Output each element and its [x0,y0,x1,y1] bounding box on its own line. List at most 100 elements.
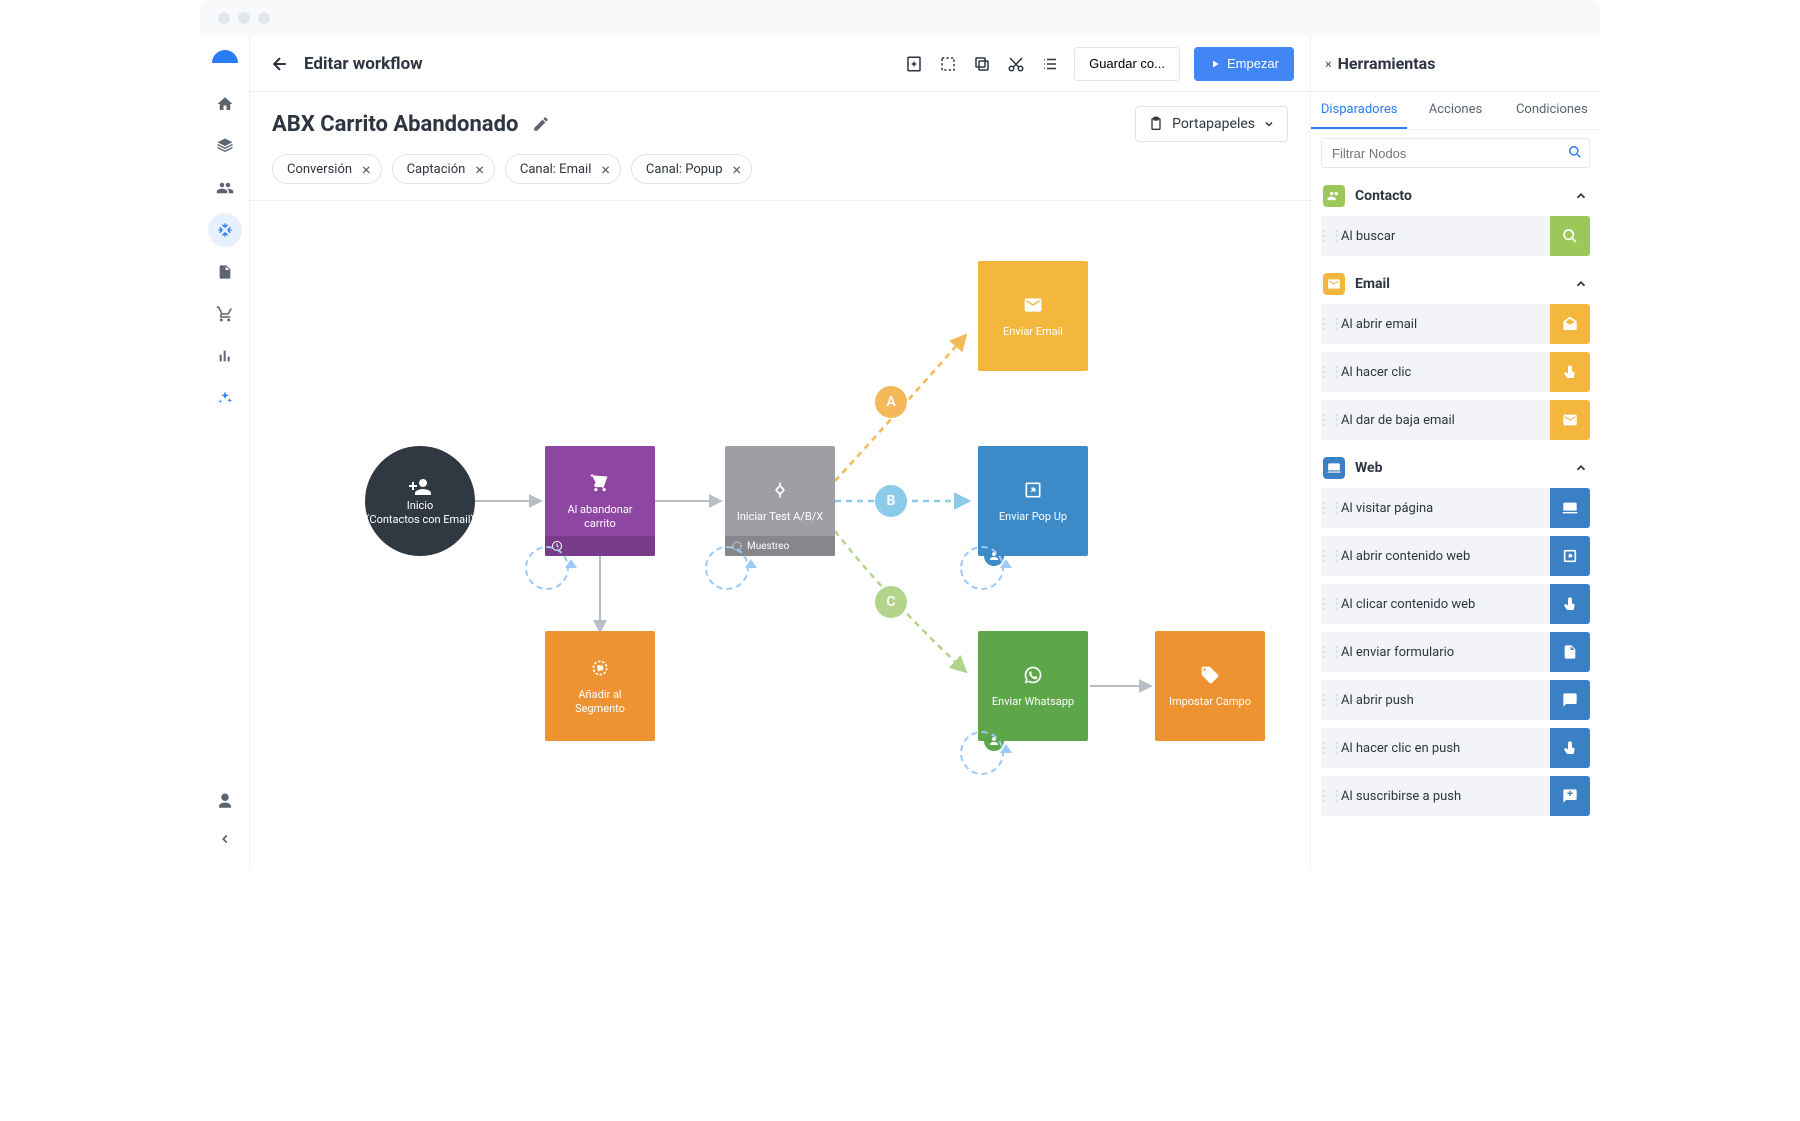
users-add-icon [408,475,432,499]
chip-remove-icon[interactable]: × [475,160,484,179]
trigger-on-search[interactable]: ⋮⋮Al buscar [1321,216,1590,256]
start-button[interactable]: Empezar [1194,47,1294,81]
nav-chart-icon[interactable] [208,339,242,373]
panel-title: Herramientas [1338,54,1436,73]
window-dot [258,12,270,24]
touch-icon [1550,352,1590,392]
workflow-canvas[interactable]: Inicio(Contactos con Email) Al abandonar… [250,201,1310,868]
cart-off-icon [588,471,612,495]
drag-handle-icon: ⋮⋮ [1325,549,1335,564]
chip-remove-icon[interactable]: × [362,160,371,179]
email-icon [1021,293,1045,317]
nav-home-icon[interactable] [208,87,242,121]
search-icon [1568,145,1582,159]
subheader: ABX Carrito Abandonado Portapapeles Conv… [250,92,1310,201]
touch-icon [1550,584,1590,624]
edit-icon[interactable] [532,115,550,133]
nav-cart-icon[interactable] [208,297,242,331]
nav-sparkle-icon[interactable] [208,381,242,415]
chip-remove-icon[interactable]: × [601,160,610,179]
app-logo [212,50,238,63]
trigger-open-email[interactable]: ⋮⋮Al abrir email [1321,304,1590,344]
nav-account-icon[interactable] [208,784,242,818]
insert-arrow-icon [1000,559,1012,568]
trigger-subscribe-push[interactable]: ⋮⋮Al suscribirse a push [1321,776,1590,816]
save-as-button[interactable]: Guardar co... [1074,47,1180,81]
back-button[interactable] [266,50,294,78]
tools-panel: ›‹ Herramientas Disparadores Acciones Co… [1310,36,1600,868]
node-start[interactable]: Inicio(Contactos con Email) [365,446,475,556]
toolbar-copy-icon[interactable] [972,54,992,74]
nav-users-icon[interactable] [208,171,242,205]
trigger-unsubscribe-email[interactable]: ⋮⋮Al dar de baja email [1321,400,1590,440]
drag-handle-icon: ⋮⋮ [1325,413,1335,428]
open-external-icon [1550,536,1590,576]
node-send-email[interactable]: Enviar Email [978,261,1088,371]
filter-nodes-input[interactable] [1321,138,1590,168]
drag-handle-icon: ⋮⋮ [1325,789,1335,804]
trigger-open-push[interactable]: ⋮⋮Al abrir push [1321,680,1590,720]
window-titlebar [200,0,1600,36]
toolbar-cut-icon[interactable] [1006,54,1026,74]
node-set-field[interactable]: Impostar Campo [1155,631,1265,741]
node-add-segment[interactable]: Añadir al Segmento [545,631,655,741]
toolbar-order-icon[interactable] [1040,54,1060,74]
search-icon [1550,216,1590,256]
drag-handle-icon: ⋮⋮ [1325,645,1335,660]
chip-remove-icon[interactable]: × [733,160,742,179]
tab-triggers[interactable]: Disparadores [1311,92,1407,129]
chat-icon [1550,680,1590,720]
section-email[interactable]: Email [1311,264,1600,304]
drag-handle-icon: ⋮⋮ [1325,501,1335,516]
panel-collapse-icon[interactable]: ›‹ [1325,56,1330,72]
node-send-whatsapp[interactable]: Enviar Whatsapp [978,631,1088,741]
trigger-click-push[interactable]: ⋮⋮Al hacer clic en push [1321,728,1590,768]
section-contacto[interactable]: Contacto [1311,176,1600,216]
trigger-visit-page[interactable]: ⋮⋮Al visitar página [1321,488,1590,528]
clipboard-button[interactable]: Portapapeles [1135,106,1288,142]
insert-arrow-icon [1000,744,1012,753]
chevron-up-icon [1574,461,1588,475]
nav-workflow-icon[interactable] [208,213,242,247]
laptop-icon [1323,457,1345,479]
email-icon [1323,273,1345,295]
insert-point[interactable] [960,546,1004,590]
left-sidebar [200,36,250,868]
drag-handle-icon: ⋮⋮ [1325,741,1335,756]
tab-actions[interactable]: Acciones [1407,92,1503,129]
node-abandon-cart[interactable]: Al abandonar carrito [545,446,655,556]
popup-icon [1021,478,1045,502]
insert-point[interactable] [525,546,569,590]
topbar: Editar workflow Guardar co... Empezar [250,36,1310,92]
toolbar-select-all-icon[interactable] [938,54,958,74]
workflow-name: ABX Carrito Abandonado [272,112,518,137]
whatsapp-icon [1021,663,1045,687]
tag-chip: Captación× [392,154,495,184]
tab-conditions[interactable]: Condiciones [1504,92,1600,129]
drag-handle-icon: ⋮⋮ [1325,597,1335,612]
tag-chip: Canal: Popup× [631,154,752,184]
nav-page-icon[interactable] [208,255,242,289]
insert-arrow-icon [745,559,757,568]
window-dot [238,12,250,24]
section-web[interactable]: Web [1311,448,1600,488]
insert-point[interactable] [705,546,749,590]
nav-collapse-icon[interactable] [208,822,242,856]
trigger-submit-form[interactable]: ⋮⋮Al enviar formulario [1321,632,1590,672]
nav-layers-icon[interactable] [208,129,242,163]
branch-badge-a: A [875,386,907,418]
chevron-down-icon [1263,118,1275,130]
window-dot [218,12,230,24]
unsubscribe-icon [1550,400,1590,440]
split-icon [768,478,792,502]
insert-point[interactable] [960,731,1004,775]
node-send-popup[interactable]: Enviar Pop Up [978,446,1088,556]
trigger-click-web-content[interactable]: ⋮⋮Al clicar contenido web [1321,584,1590,624]
node-ab-test[interactable]: Iniciar Test A/B/X Muestreo [725,446,835,556]
tag-chip: Canal: Email× [505,154,621,184]
toolbar-new-node-icon[interactable] [904,54,924,74]
trigger-open-web-content[interactable]: ⋮⋮Al abrir contenido web [1321,536,1590,576]
branch-badge-c: C [875,586,907,618]
trigger-click-email[interactable]: ⋮⋮Al hacer clic [1321,352,1590,392]
drag-handle-icon: ⋮⋮ [1325,693,1335,708]
